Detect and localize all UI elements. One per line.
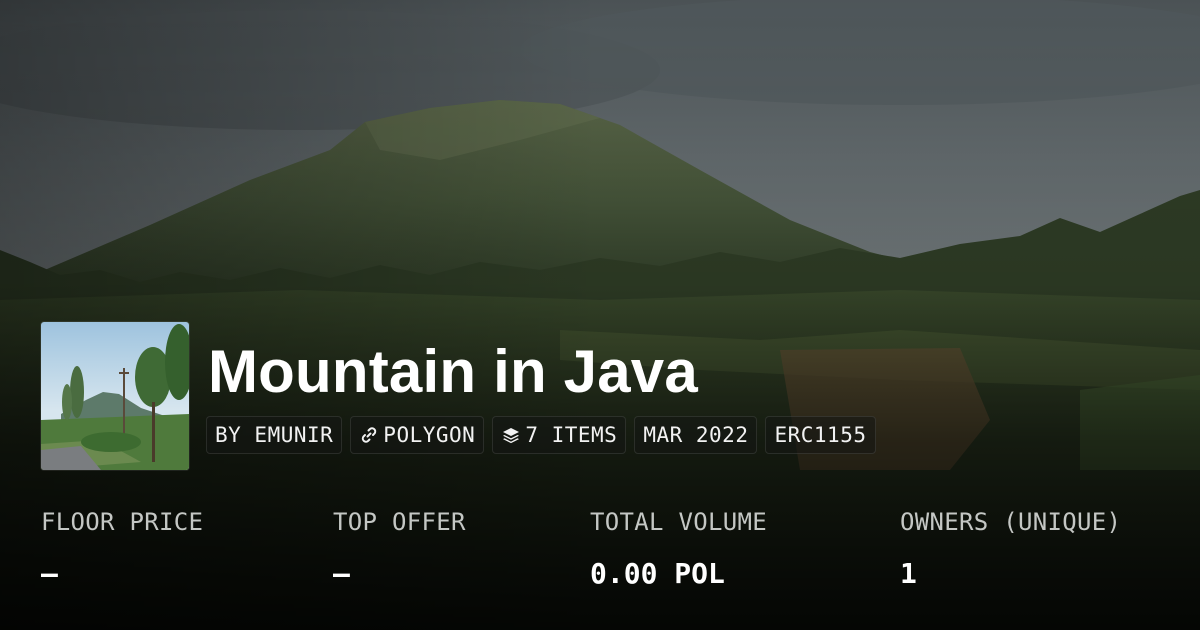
chain-badge[interactable]: POLYGON [350, 416, 485, 454]
collection-title: Mountain in Java [208, 338, 698, 405]
layers-icon [503, 428, 520, 444]
link-icon [362, 427, 377, 443]
collection-thumbnail-image [41, 322, 189, 470]
creator-badge-label: BY EMUNIR [215, 423, 334, 447]
standard-badge-label: ERC1155 [774, 423, 867, 447]
stat-owners-value: 1 [900, 557, 917, 590]
creator-badge[interactable]: BY EMUNIR [206, 416, 343, 454]
items-badge[interactable]: 7 ITEMS [492, 416, 627, 454]
stat-floor-price-label: FLOOR PRICE [41, 508, 204, 536]
standard-badge: ERC1155 [765, 416, 876, 454]
chain-badge-label: POLYGON [383, 423, 476, 447]
stat-top-offer-value: – [333, 557, 350, 590]
stat-owners: OWNERS (UNIQUE) 1 [900, 506, 1121, 592]
stat-total-volume-label: TOTAL VOLUME [590, 508, 767, 536]
stat-top-offer: TOP OFFER – [333, 506, 466, 592]
stat-floor-price-value: – [41, 557, 58, 590]
date-badge: MAR 2022 [634, 416, 758, 454]
stat-owners-label: OWNERS (UNIQUE) [900, 508, 1122, 536]
date-badge-label: MAR 2022 [643, 423, 749, 447]
stat-floor-price: FLOOR PRICE – [41, 506, 203, 592]
collection-badges: BY EMUNIR POLYGON 7 ITEMS MAR 2022 ERC11… [206, 416, 876, 454]
items-badge-label: 7 ITEMS [525, 423, 618, 447]
stat-total-volume: TOTAL VOLUME 0.00 POL [590, 506, 767, 592]
stat-total-volume-value: 0.00 POL [590, 557, 725, 590]
stat-top-offer-label: TOP OFFER [333, 508, 466, 536]
collection-thumbnail[interactable] [41, 322, 189, 470]
